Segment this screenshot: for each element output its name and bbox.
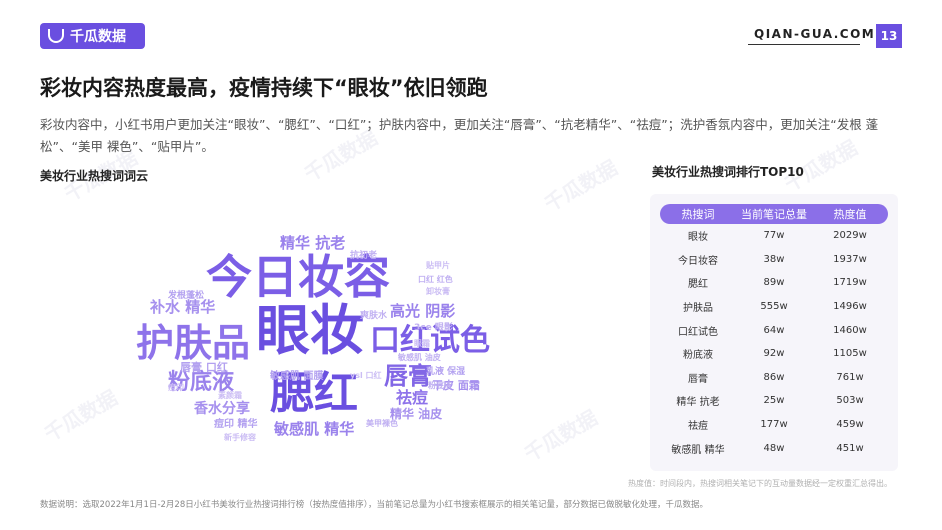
- word-cloud-word: 3ce 眼影: [414, 323, 453, 333]
- table-cell: 1105w: [833, 348, 867, 360]
- word-cloud-word: ysl 口红: [350, 371, 382, 380]
- table-cell: 腮红: [688, 279, 708, 291]
- table-row: 唇膏 86w 761w: [660, 366, 888, 390]
- table-row: 祛痘 177w 459w: [660, 413, 888, 437]
- word-cloud-word: 敏感肌 精华: [274, 420, 355, 438]
- table-row: 敏感肌 精华 48w 451w: [660, 436, 888, 460]
- table-cell: 77w: [763, 230, 785, 242]
- word-cloud-word: 高光 阴影: [390, 302, 456, 320]
- word-cloud-word: 痘印: [168, 383, 184, 392]
- table-cell: 1460w: [833, 324, 867, 336]
- table-cell: 1496w: [833, 301, 867, 313]
- word-cloud-word: 粉底液: [428, 381, 452, 390]
- table-cell: 555w: [760, 301, 788, 313]
- word-cloud-word: 爽肤水: [360, 311, 388, 321]
- site-underline: [748, 44, 860, 45]
- page-description: 彩妆内容中，小红书用户更加关注“眼妆”、“腮红”、“口红”；护肤内容中，更加关注…: [40, 117, 879, 154]
- table-cell: 今日妆容: [678, 255, 718, 267]
- word-cloud-word: 卸妆膏: [426, 287, 450, 296]
- table-row: 今日妆容 38w 1937w: [660, 248, 888, 272]
- word-cloud-word: 眼妆: [256, 299, 364, 362]
- table-cell: 1937w: [833, 253, 867, 265]
- word-cloud-word: 护肤品: [136, 321, 251, 365]
- table-cell: 64w: [763, 324, 785, 336]
- word-cloud: 今日妆容 眼妆 护肤品 口红试色 腮红 粉底液 唇膏 精华 抗老 补水 精华 高光 阴影 香水分享敏…: [128, 196, 508, 456]
- word-cloud-word: 抗初老: [350, 251, 378, 261]
- word-cloud-word: 唇膏: [384, 362, 432, 390]
- word-cloud-title: 美妆行业热搜词词云: [40, 169, 149, 183]
- table-cell: 眼妆: [688, 232, 708, 244]
- word-cloud-word: 乳液 保湿: [426, 367, 466, 377]
- table-cell: 761w: [836, 371, 864, 383]
- brand-logo[interactable]: 千瓜数据: [40, 23, 145, 49]
- table-cell: 唇膏: [688, 373, 708, 385]
- word-cloud-word: 素颜霜: [218, 391, 242, 400]
- word-cloud-word: 祛痘: [396, 388, 429, 407]
- table-row: 护肤品 555w 1496w: [660, 295, 888, 319]
- word-cloud-word: 眼霜: [414, 339, 430, 348]
- table-body: 眼妆 77w 2029w 今日妆容 38w 1937w 腮红 89w 1719w 护肤品 555w 1…: [660, 224, 888, 460]
- table-cell: 89w: [763, 277, 785, 289]
- watermark-text: 千瓜数据: [520, 405, 602, 467]
- word-cloud-word: 发根蓬松: [168, 291, 205, 301]
- table-cell: 177w: [760, 419, 788, 431]
- table-cell: 459w: [836, 419, 864, 431]
- word-cloud-word: 贴甲片: [426, 261, 450, 270]
- table-cell: 92w: [763, 348, 785, 360]
- word-cloud-word: 新手修容: [224, 433, 256, 442]
- ranking-title: 美妆行业热搜词排行TOP10: [652, 165, 804, 179]
- table-row: 粉底液 92w 1105w: [660, 342, 888, 366]
- table-cell: 口红试色: [678, 326, 718, 338]
- data-source-note: 数据说明：选取2022年1月1日-2月28日小红书美妆行业热搜词排行榜（按热度值…: [40, 500, 708, 510]
- table-row: 口红试色 64w 1460w: [660, 318, 888, 342]
- watermark-text: 千瓜数据: [540, 155, 622, 217]
- table-cell: 2029w: [833, 230, 867, 242]
- table-cell: 1719w: [833, 277, 867, 289]
- word-cloud-word: 敏感肌 面膜: [270, 371, 324, 382]
- table-cell: 25w: [763, 395, 785, 407]
- table-row: 眼妆 77w 2029w: [660, 224, 888, 248]
- word-cloud-word: 补水 精华: [150, 298, 216, 316]
- table-header: 热搜词 当前笔记总量 热度值: [660, 204, 888, 224]
- word-cloud-word: 唇膏 口红: [180, 361, 228, 374]
- table-cell: 86w: [763, 371, 785, 383]
- word-cloud-word: 精华 抗老: [280, 234, 346, 252]
- table-header-cell: 热搜词: [681, 208, 715, 221]
- table-cell: 粉底液: [683, 350, 713, 362]
- word-cloud-word: 口红 红色: [418, 275, 453, 284]
- heat-note: 热度值：时间段内，热搜词相关笔记下的互动量数据经一定权重汇总得出。: [628, 479, 892, 488]
- page-title: 彩妆内容热度最高，疫情持续下“眼妆”依旧领跑: [40, 76, 488, 100]
- table-cell: 451w: [836, 442, 864, 454]
- table-cell: 503w: [836, 395, 864, 407]
- site-url[interactable]: QIAN-GUA.COM: [754, 27, 875, 41]
- table-row: 精华 抗老 25w 503w: [660, 389, 888, 413]
- page-number: 13: [876, 24, 902, 48]
- word-cloud-word: 香水分享: [194, 401, 250, 417]
- ranking-table: 热搜词 当前笔记总量 热度值 眼妆 77w 2029w 今日妆容 38w 1937w 腮红 89w…: [650, 194, 898, 471]
- table-header-cell: 热度值: [833, 208, 867, 221]
- table-cell: 敏感肌 精华: [671, 444, 725, 456]
- word-cloud-word: 敏感肌 油皮: [398, 353, 441, 362]
- table-cell: 38w: [763, 253, 785, 265]
- word-cloud-word: 痘印 精华: [214, 419, 258, 430]
- table-cell: 祛痘: [688, 421, 708, 433]
- table-cell: 精华 抗老: [676, 397, 720, 409]
- logo-mark-icon: [48, 29, 64, 43]
- logo-text: 千瓜数据: [70, 29, 126, 45]
- watermark-text: 千瓜数据: [40, 385, 122, 447]
- table-header-cell: 当前笔记总量: [741, 208, 807, 221]
- table-cell: 护肤品: [683, 303, 713, 315]
- table-row: 腮红 89w 1719w: [660, 271, 888, 295]
- word-cloud-word: 美甲裸色: [366, 419, 398, 428]
- table-cell: 48w: [763, 442, 785, 454]
